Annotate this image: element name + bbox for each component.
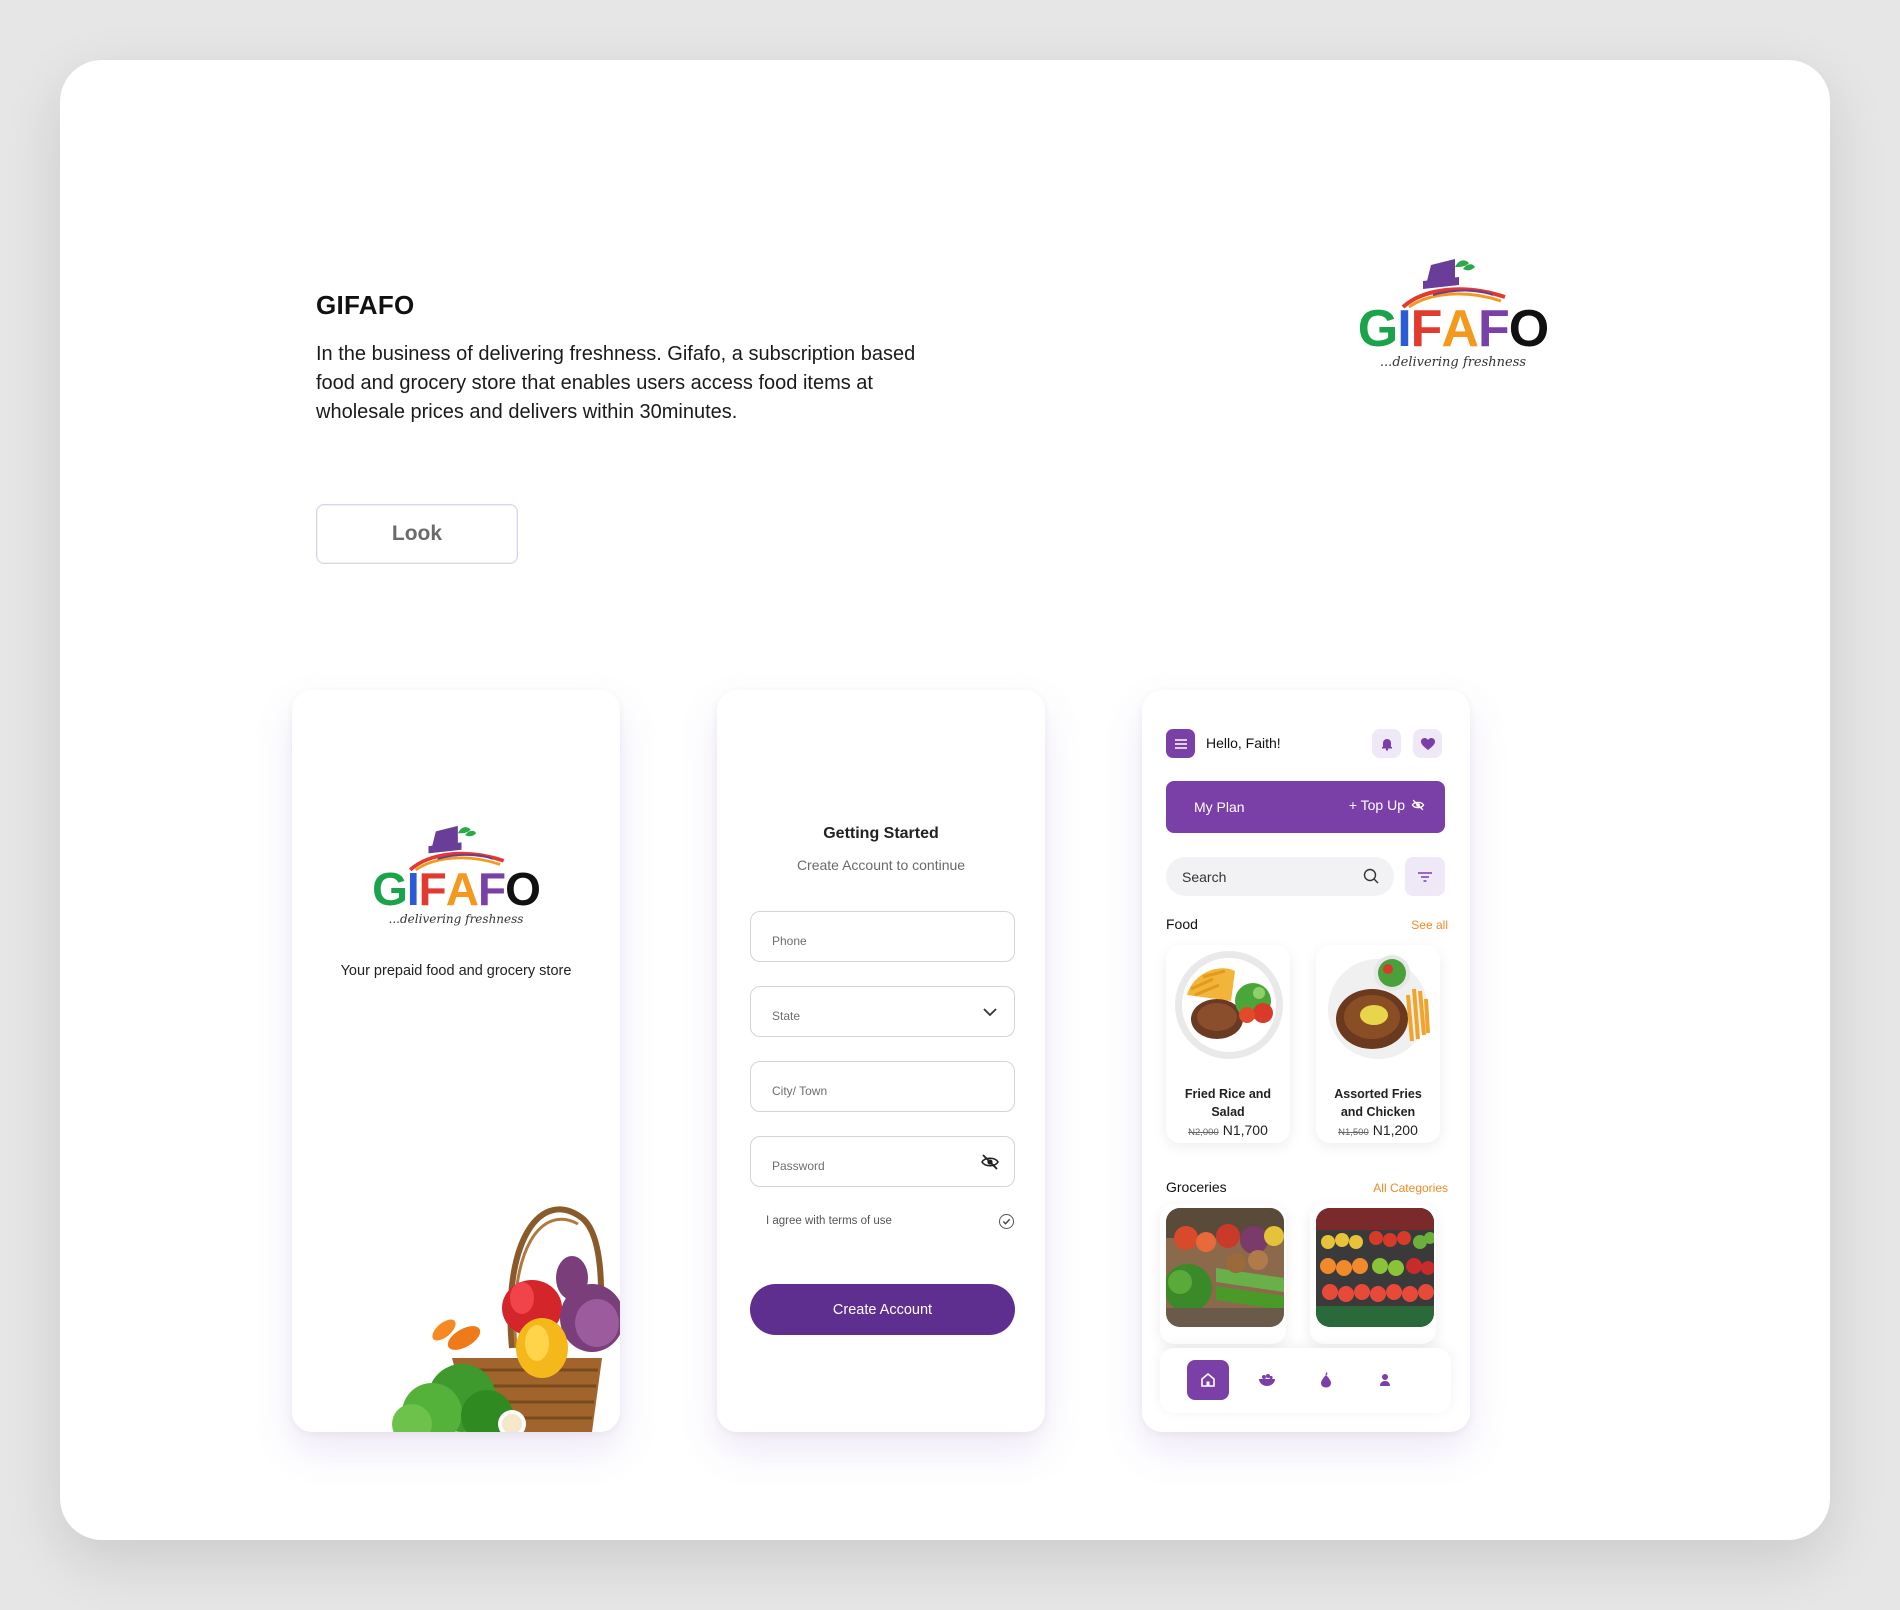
current-price: N1,700 — [1222, 1122, 1268, 1138]
grocery-card[interactable] — [1160, 1204, 1286, 1344]
brand-logo: GIFAFO ...delivering freshness — [1338, 255, 1568, 370]
food-price: N1,500 N1,200 — [1316, 1122, 1440, 1138]
eye-off-icon[interactable] — [1411, 798, 1425, 812]
terms-label: I agree with terms of use — [766, 1215, 892, 1227]
top-up-button[interactable]: + Top Up — [1349, 797, 1425, 813]
nav-home[interactable] — [1187, 1360, 1229, 1400]
fruit-icon — [1321, 1372, 1331, 1388]
current-price: N1,200 — [1372, 1122, 1418, 1138]
look-button[interactable]: Look — [316, 504, 518, 564]
old-price: N1,500 — [1338, 1127, 1369, 1138]
food-name: Fried Rice and Salad — [1184, 1087, 1272, 1119]
favorites-button[interactable] — [1413, 729, 1442, 758]
filter-button[interactable] — [1405, 857, 1445, 896]
nav-groceries[interactable] — [1305, 1360, 1347, 1400]
phone-field[interactable]: Phone — [750, 911, 1015, 962]
plan-label: My Plan — [1194, 799, 1245, 815]
top-up-label: + Top Up — [1348, 797, 1405, 813]
food-bowl-icon — [1259, 1374, 1275, 1386]
eye-off-icon[interactable] — [980, 1152, 1000, 1172]
splash-screen: GIFAFO ...delivering freshness Your prep… — [292, 690, 620, 1432]
password-placeholder: Password — [772, 1159, 825, 1173]
fried-rice-salad-image — [1175, 951, 1283, 1059]
groceries-section-title: Groceries — [1166, 1179, 1227, 1195]
splash-logo: GIFAFO ...delivering freshness — [356, 822, 556, 926]
heart-icon — [1420, 737, 1435, 750]
hamburger-icon — [1174, 738, 1187, 749]
brand-tagline: ...delivering freshness — [1379, 355, 1527, 370]
my-plan-banner[interactable]: My Plan + Top Up — [1166, 781, 1445, 833]
phone-placeholder: Phone — [772, 934, 807, 948]
see-all-link[interactable]: See all — [1411, 918, 1448, 932]
bottom-navigation — [1160, 1348, 1451, 1413]
signup-screen: Getting Started Create Account to contin… — [717, 690, 1045, 1432]
house-logo-icon — [408, 825, 505, 872]
project-description: In the business of delivering freshness.… — [316, 343, 916, 423]
splash-subtitle: Your prepaid food and grocery store — [340, 963, 572, 979]
food-card[interactable]: Assorted Fries and Chicken N1,500 N1,200 — [1316, 945, 1440, 1143]
city-placeholder: City/ Town — [772, 1084, 828, 1098]
brand-wordmark: GIFAFO — [372, 863, 541, 915]
search-placeholder: Search — [1182, 869, 1227, 885]
house-logo-icon — [1401, 259, 1506, 309]
project-title: GIFAFO — [316, 290, 415, 320]
vegetables-image — [1166, 1208, 1284, 1327]
state-placeholder: State — [772, 1009, 801, 1023]
greeting: Hello, Faith! — [1206, 735, 1281, 751]
search-input[interactable]: Search — [1166, 857, 1394, 896]
home-screen: Hello, Faith! My Plan + Top Up Search Fo… — [1142, 690, 1470, 1432]
search-icon — [1363, 868, 1379, 884]
food-section-title: Food — [1166, 916, 1198, 932]
grocery-card[interactable] — [1310, 1204, 1436, 1344]
old-price: N2,000 — [1188, 1127, 1219, 1138]
nav-food[interactable] — [1246, 1360, 1288, 1400]
chevron-down-icon — [983, 1008, 997, 1017]
signup-subheading: Create Account to continue — [796, 857, 966, 873]
brand-tagline: ...delivering freshness — [388, 912, 524, 926]
home-icon — [1201, 1372, 1215, 1387]
food-card[interactable]: Fried Rice and Salad N2,000 N1,700 — [1166, 945, 1290, 1143]
terms-checkbox[interactable] — [999, 1214, 1014, 1229]
state-select[interactable]: State — [750, 986, 1015, 1037]
profile-icon — [1380, 1374, 1390, 1386]
fruits-image — [1316, 1208, 1434, 1327]
bell-icon — [1381, 738, 1392, 751]
filter-icon — [1418, 871, 1432, 882]
presentation-frame: GIFAFO In the business of delivering fre… — [60, 60, 1830, 1540]
check-icon — [1002, 1218, 1011, 1225]
food-price: N2,000 N1,700 — [1166, 1122, 1290, 1138]
vegetable-basket-image — [392, 1206, 620, 1432]
city-field[interactable]: City/ Town — [750, 1061, 1015, 1112]
notification-button[interactable] — [1372, 729, 1401, 758]
brand-wordmark: GIFAFO — [1357, 300, 1549, 358]
menu-button[interactable] — [1166, 729, 1195, 758]
food-name: Assorted Fries and Chicken — [1334, 1087, 1422, 1119]
nav-profile[interactable] — [1364, 1360, 1406, 1400]
fries-chicken-image — [1328, 955, 1430, 1059]
all-categories-link[interactable]: All Categories — [1373, 1181, 1448, 1195]
create-account-button[interactable]: Create Account — [750, 1284, 1015, 1335]
signup-heading: Getting Started — [823, 825, 939, 842]
password-field[interactable]: Password — [750, 1136, 1015, 1187]
